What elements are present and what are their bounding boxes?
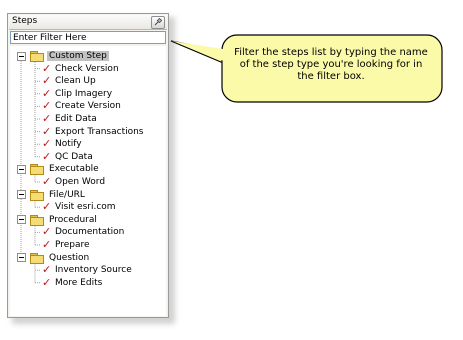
callout-text: Filter the steps list by typing the name… [234,47,428,82]
